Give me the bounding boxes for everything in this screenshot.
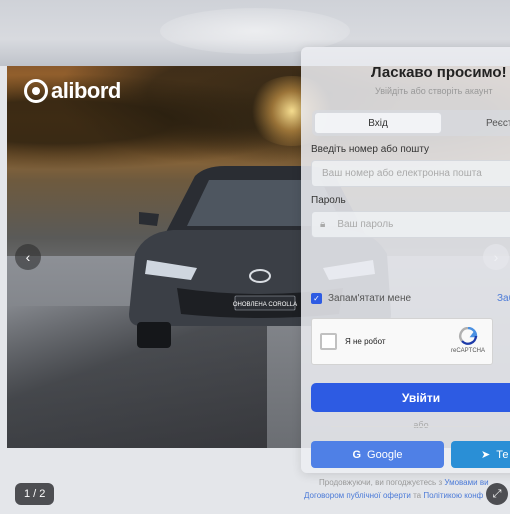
identifier-placeholder: Ваш номер або електронна пошта	[322, 168, 482, 179]
plate-text: ОНОВЛЕНА COROLLA	[233, 302, 297, 308]
brand-name: alibord	[51, 78, 121, 103]
login-panel: Ласкаво просимо! Увійдіть або створіть а…	[301, 47, 510, 500]
photo-counter: 1 / 2	[15, 483, 55, 505]
password-placeholder: Ваш пароль	[337, 219, 394, 230]
identifier-label: Введіть номер або пошту	[311, 144, 430, 155]
page: ОНОВЛЕНА COROLLA alibord ‹ › 1 / 2 ⤢ Лас…	[0, 0, 510, 514]
terms-prefix: Продовжуючи, ви погоджуєтесь з	[319, 478, 443, 487]
captcha-checkbox[interactable]	[320, 333, 337, 350]
telegram-icon: ➤	[481, 449, 491, 461]
telegram-label: Те	[496, 448, 509, 461]
or-divider: або	[311, 420, 510, 430]
google-icon: G	[352, 448, 362, 461]
remember-label: Запам'ятати мене	[328, 293, 412, 304]
remember-me[interactable]: ✓ Запам'ятати мене	[311, 293, 411, 304]
offer-link[interactable]: Договором публічної оферти	[304, 491, 411, 500]
lock-icon: 🔒︎	[320, 219, 326, 230]
login-subtitle: Увійдіть або створіть акаунт	[375, 86, 493, 96]
chevron-left-icon: ‹	[25, 249, 31, 265]
terms-link[interactable]: Умовами ви	[444, 478, 488, 487]
brand-mark-icon	[24, 79, 48, 103]
brand-logo[interactable]: alibord	[24, 78, 121, 104]
tab-register[interactable]: Реєстр	[472, 112, 510, 134]
password-input[interactable]: 🔒︎ Ваш пароль	[311, 211, 510, 238]
recaptcha-widget: Я не робот reCAPTCHA	[311, 318, 493, 365]
privacy-link[interactable]: Політикою конф	[423, 491, 483, 500]
remember-checkbox[interactable]: ✓	[311, 293, 322, 304]
login-title: Ласкаво просимо!	[371, 64, 507, 81]
login-button[interactable]: Увійти	[311, 383, 510, 412]
captcha-brand: reCAPTCHA	[451, 348, 486, 354]
telegram-login-button[interactable]: ➤ Те	[451, 441, 510, 468]
tab-login[interactable]: Вхід	[314, 112, 442, 134]
forgot-password-link[interactable]: Заб	[497, 293, 510, 304]
google-label: Google	[367, 448, 403, 461]
google-login-button[interactable]: G Google	[311, 441, 444, 468]
recaptcha-icon	[459, 327, 478, 345]
terms-mid: та	[413, 491, 422, 500]
password-label: Пароль	[311, 195, 346, 206]
prev-photo-button[interactable]: ‹	[15, 244, 41, 270]
identifier-input[interactable]: Ваш номер або електронна пошта	[311, 160, 510, 187]
auth-tabs: Вхід Реєстр	[312, 110, 510, 136]
terms-text: Продовжуючи, ви погоджуєтесь з Умовами в…	[304, 476, 510, 502]
captcha-label: Я не робот	[345, 337, 386, 346]
